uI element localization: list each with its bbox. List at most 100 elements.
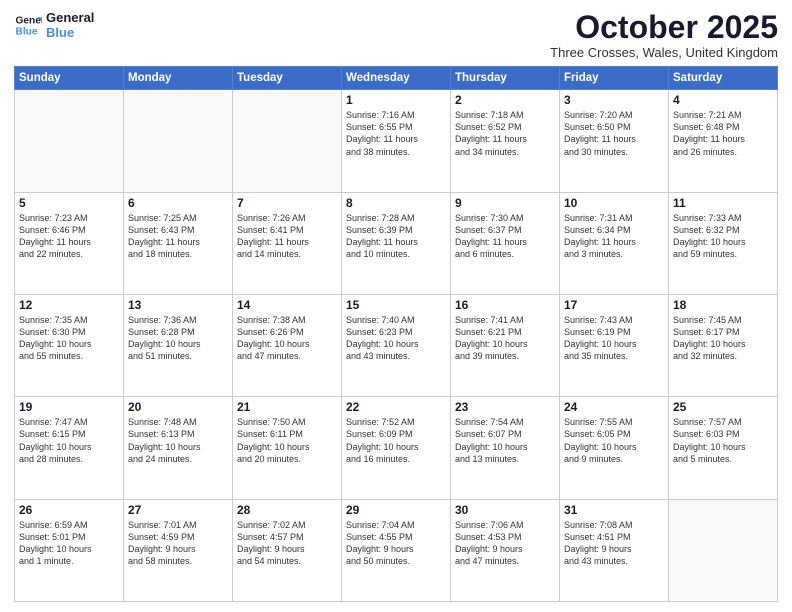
day-cell	[15, 90, 124, 192]
weekday-saturday: Saturday	[669, 67, 778, 90]
day-number: 7	[237, 196, 337, 210]
day-cell: 30 Sunrise: 7:06 AM Sunset: 4:53 PM Dayli…	[451, 499, 560, 601]
day-number: 29	[346, 503, 446, 517]
day-info: Sunrise: 7:38 AM Sunset: 6:26 PM Dayligh…	[237, 314, 337, 363]
day-number: 5	[19, 196, 119, 210]
day-number: 15	[346, 298, 446, 312]
week-row-2: 5Sunrise: 7:23 AM Sunset: 6:46 PM Daylig…	[15, 192, 778, 294]
day-info: Sunrise: 6:59 AM Sunset: 5:01 PM Dayligh…	[19, 519, 119, 568]
day-info: Sunrise: 7:30 AM Sunset: 6:37 PM Dayligh…	[455, 212, 555, 261]
day-cell	[669, 499, 778, 601]
day-number: 1	[346, 93, 446, 107]
day-cell: 1 Sunrise: 7:16 AM Sunset: 6:55 PM Daylig…	[342, 90, 451, 192]
day-info: Sunrise: 7:20 AM Sunset: 6:50 PM Dayligh…	[564, 109, 664, 158]
week-row-4: 19 Sunrise: 7:47 AM Sunset: 6:15 PM Dayli…	[15, 397, 778, 499]
day-info: Sunrise: 7:48 AM Sunset: 6:13 PM Dayligh…	[128, 416, 228, 465]
weekday-sunday: Sunday	[15, 67, 124, 90]
day-info: Sunrise: 7:04 AM Sunset: 4:55 PM Dayligh…	[346, 519, 446, 568]
logo-blue: Blue	[46, 25, 94, 40]
weekday-tuesday: Tuesday	[233, 67, 342, 90]
day-cell: 31 Sunrise: 7:08 AM Sunset: 4:51 PM Dayli…	[560, 499, 669, 601]
day-number: 27	[128, 503, 228, 517]
day-cell: 16Sunrise: 7:41 AM Sunset: 6:21 PM Dayli…	[451, 294, 560, 396]
day-number: 14	[237, 298, 337, 312]
day-info: Sunrise: 7:16 AM Sunset: 6:55 PM Dayligh…	[346, 109, 446, 158]
day-info: Sunrise: 7:43 AM Sunset: 6:19 PM Dayligh…	[564, 314, 664, 363]
day-number: 31	[564, 503, 664, 517]
day-cell: 24 Sunrise: 7:55 AM Sunset: 6:05 PM Dayli…	[560, 397, 669, 499]
day-cell: 5Sunrise: 7:23 AM Sunset: 6:46 PM Daylig…	[15, 192, 124, 294]
day-info: Sunrise: 7:01 AM Sunset: 4:59 PM Dayligh…	[128, 519, 228, 568]
page: General Blue General Blue October 2025 T…	[0, 0, 792, 612]
svg-text:Blue: Blue	[16, 26, 38, 37]
day-cell: 28Sunrise: 7:02 AM Sunset: 4:57 PM Dayli…	[233, 499, 342, 601]
day-cell: 17 Sunrise: 7:43 AM Sunset: 6:19 PM Dayli…	[560, 294, 669, 396]
day-cell: 11Sunrise: 7:33 AM Sunset: 6:32 PM Dayli…	[669, 192, 778, 294]
day-cell: 10Sunrise: 7:31 AM Sunset: 6:34 PM Dayli…	[560, 192, 669, 294]
day-cell: 13 Sunrise: 7:36 AM Sunset: 6:28 PM Dayli…	[124, 294, 233, 396]
day-info: Sunrise: 7:33 AM Sunset: 6:32 PM Dayligh…	[673, 212, 773, 261]
day-number: 21	[237, 400, 337, 414]
day-info: Sunrise: 7:54 AM Sunset: 6:07 PM Dayligh…	[455, 416, 555, 465]
weekday-monday: Monday	[124, 67, 233, 90]
day-number: 18	[673, 298, 773, 312]
day-cell: 6 Sunrise: 7:25 AM Sunset: 6:43 PM Daylig…	[124, 192, 233, 294]
day-number: 13	[128, 298, 228, 312]
day-info: Sunrise: 7:57 AM Sunset: 6:03 PM Dayligh…	[673, 416, 773, 465]
day-cell: 15Sunrise: 7:40 AM Sunset: 6:23 PM Dayli…	[342, 294, 451, 396]
day-cell: 7 Sunrise: 7:26 AM Sunset: 6:41 PM Daylig…	[233, 192, 342, 294]
day-number: 6	[128, 196, 228, 210]
day-number: 9	[455, 196, 555, 210]
location: Three Crosses, Wales, United Kingdom	[550, 45, 778, 60]
day-number: 2	[455, 93, 555, 107]
week-row-1: 1 Sunrise: 7:16 AM Sunset: 6:55 PM Daylig…	[15, 90, 778, 192]
day-info: Sunrise: 7:36 AM Sunset: 6:28 PM Dayligh…	[128, 314, 228, 363]
day-number: 8	[346, 196, 446, 210]
day-info: Sunrise: 7:08 AM Sunset: 4:51 PM Dayligh…	[564, 519, 664, 568]
day-cell: 8 Sunrise: 7:28 AM Sunset: 6:39 PM Daylig…	[342, 192, 451, 294]
month-title: October 2025	[550, 10, 778, 45]
day-info: Sunrise: 7:55 AM Sunset: 6:05 PM Dayligh…	[564, 416, 664, 465]
day-cell: 22Sunrise: 7:52 AM Sunset: 6:09 PM Dayli…	[342, 397, 451, 499]
day-cell: 9 Sunrise: 7:30 AM Sunset: 6:37 PM Daylig…	[451, 192, 560, 294]
weekday-wednesday: Wednesday	[342, 67, 451, 90]
weekday-header-row: SundayMondayTuesdayWednesdayThursdayFrid…	[15, 67, 778, 90]
day-cell: 26 Sunrise: 6:59 AM Sunset: 5:01 PM Dayli…	[15, 499, 124, 601]
day-number: 3	[564, 93, 664, 107]
day-info: Sunrise: 7:35 AM Sunset: 6:30 PM Dayligh…	[19, 314, 119, 363]
day-cell	[124, 90, 233, 192]
day-number: 30	[455, 503, 555, 517]
weekday-friday: Friday	[560, 67, 669, 90]
day-cell	[233, 90, 342, 192]
day-number: 24	[564, 400, 664, 414]
day-info: Sunrise: 7:21 AM Sunset: 6:48 PM Dayligh…	[673, 109, 773, 158]
week-row-3: 12Sunrise: 7:35 AM Sunset: 6:30 PM Dayli…	[15, 294, 778, 396]
logo-general: General	[46, 10, 94, 25]
day-number: 4	[673, 93, 773, 107]
day-info: Sunrise: 7:47 AM Sunset: 6:15 PM Dayligh…	[19, 416, 119, 465]
day-cell: 19 Sunrise: 7:47 AM Sunset: 6:15 PM Dayli…	[15, 397, 124, 499]
day-cell: 27 Sunrise: 7:01 AM Sunset: 4:59 PM Dayli…	[124, 499, 233, 601]
week-row-5: 26 Sunrise: 6:59 AM Sunset: 5:01 PM Dayli…	[15, 499, 778, 601]
day-info: Sunrise: 7:18 AM Sunset: 6:52 PM Dayligh…	[455, 109, 555, 158]
day-info: Sunrise: 7:45 AM Sunset: 6:17 PM Dayligh…	[673, 314, 773, 363]
day-number: 16	[455, 298, 555, 312]
day-cell: 25Sunrise: 7:57 AM Sunset: 6:03 PM Dayli…	[669, 397, 778, 499]
calendar-table: SundayMondayTuesdayWednesdayThursdayFrid…	[14, 66, 778, 602]
day-number: 23	[455, 400, 555, 414]
day-number: 17	[564, 298, 664, 312]
day-cell: 3 Sunrise: 7:20 AM Sunset: 6:50 PM Daylig…	[560, 90, 669, 192]
day-cell: 12Sunrise: 7:35 AM Sunset: 6:30 PM Dayli…	[15, 294, 124, 396]
day-cell: 29 Sunrise: 7:04 AM Sunset: 4:55 PM Dayli…	[342, 499, 451, 601]
svg-text:General: General	[16, 15, 42, 26]
day-info: Sunrise: 7:06 AM Sunset: 4:53 PM Dayligh…	[455, 519, 555, 568]
day-number: 20	[128, 400, 228, 414]
day-info: Sunrise: 7:26 AM Sunset: 6:41 PM Dayligh…	[237, 212, 337, 261]
day-number: 26	[19, 503, 119, 517]
day-info: Sunrise: 7:25 AM Sunset: 6:43 PM Dayligh…	[128, 212, 228, 261]
day-cell: 21Sunrise: 7:50 AM Sunset: 6:11 PM Dayli…	[233, 397, 342, 499]
day-info: Sunrise: 7:02 AM Sunset: 4:57 PM Dayligh…	[237, 519, 337, 568]
day-info: Sunrise: 7:28 AM Sunset: 6:39 PM Dayligh…	[346, 212, 446, 261]
day-number: 19	[19, 400, 119, 414]
day-cell: 2 Sunrise: 7:18 AM Sunset: 6:52 PM Daylig…	[451, 90, 560, 192]
